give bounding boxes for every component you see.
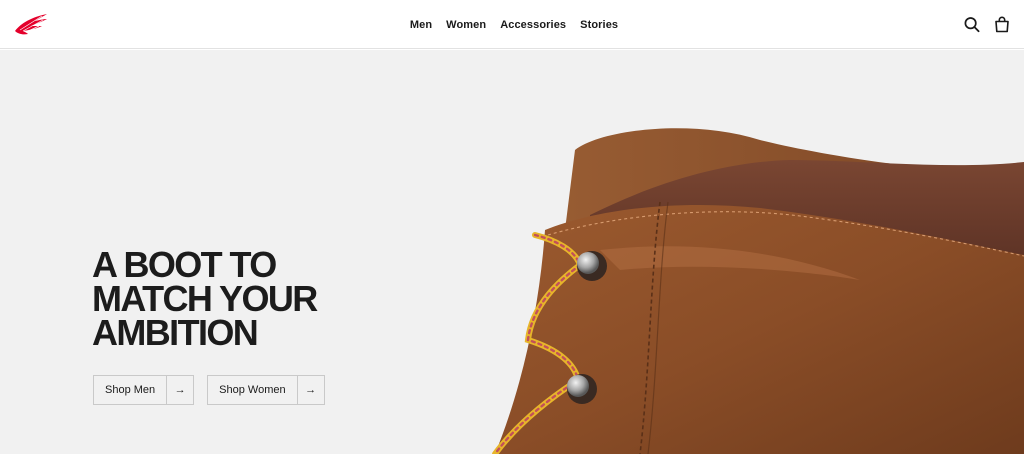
shop-men-button[interactable]: Shop Men → bbox=[93, 375, 195, 405]
nav-accessories[interactable]: Accessories bbox=[500, 19, 566, 31]
search-icon[interactable] bbox=[964, 16, 980, 33]
nav-stories[interactable]: Stories bbox=[580, 19, 618, 31]
arrow-right-icon: → bbox=[296, 376, 324, 404]
site-header: Men Women Accessories Stories bbox=[0, 0, 1024, 49]
hero-headline: A BOOT TO MATCH YOUR AMBITION bbox=[92, 244, 318, 353]
headline-line-1: A BOOT TO bbox=[92, 244, 277, 285]
shopping-bag-icon[interactable] bbox=[994, 16, 1010, 33]
shop-women-button[interactable]: Shop Women → bbox=[207, 375, 325, 405]
headline-line-2: MATCH YOUR bbox=[92, 278, 318, 319]
arrow-right-icon: → bbox=[166, 376, 193, 404]
nav-women[interactable]: Women bbox=[446, 19, 486, 31]
header-actions bbox=[964, 16, 1010, 33]
shop-men-label: Shop Men bbox=[105, 384, 156, 396]
shop-women-label: Shop Women bbox=[219, 384, 286, 396]
nav-men[interactable]: Men bbox=[410, 19, 432, 31]
headline-line-3: AMBITION bbox=[92, 312, 259, 353]
main-nav: Men Women Accessories Stories bbox=[0, 0, 1024, 49]
hero-banner: A BOOT TO MATCH YOUR AMBITION Shop Men →… bbox=[0, 50, 1024, 454]
hero-cta-group: Shop Men → Shop Women → bbox=[93, 375, 325, 405]
